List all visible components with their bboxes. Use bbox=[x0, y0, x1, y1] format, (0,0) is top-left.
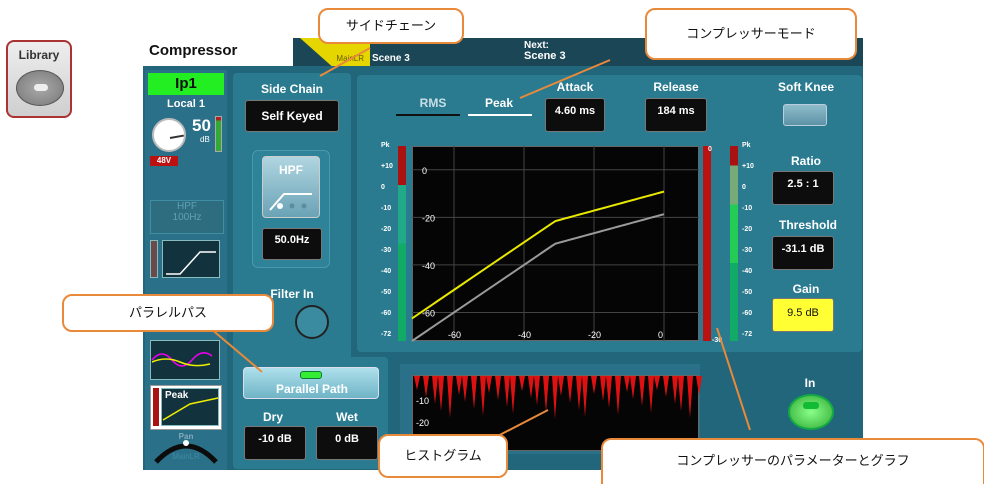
histogram-spike bbox=[423, 376, 429, 397]
histogram-spike bbox=[687, 376, 693, 418]
histogram-spike bbox=[543, 376, 549, 412]
histogram-spike bbox=[606, 376, 612, 408]
y-tick-label: -20 bbox=[422, 213, 435, 223]
pan-arc-icon bbox=[154, 440, 218, 464]
comp-thumb-curve bbox=[162, 397, 219, 421]
histogram-spike bbox=[456, 376, 462, 395]
histogram-spike bbox=[696, 376, 702, 395]
histogram-spike bbox=[576, 376, 582, 410]
histogram-spike bbox=[630, 376, 636, 399]
histogram-spike bbox=[552, 376, 558, 419]
x-tick-label: -40 bbox=[518, 330, 531, 340]
histogram-spike bbox=[495, 376, 501, 400]
callout-parallel: パラレルパス bbox=[62, 294, 274, 332]
x-tick-label: -60 bbox=[448, 330, 461, 340]
histogram-spike bbox=[447, 376, 453, 418]
histogram-spike bbox=[504, 376, 510, 407]
histogram-spike bbox=[471, 376, 477, 409]
histogram-bars: -10 -20 bbox=[414, 376, 702, 428]
histogram-spike bbox=[432, 376, 438, 404]
callout-lines bbox=[209, 47, 751, 441]
y-tick-label: 0 bbox=[422, 166, 427, 176]
histogram-spike bbox=[480, 376, 486, 416]
histogram-spike bbox=[600, 376, 606, 401]
x-tick-label: 0 bbox=[658, 330, 663, 340]
histogram-spike bbox=[654, 376, 660, 390]
histogram-spike bbox=[591, 376, 597, 394]
histogram-spike bbox=[672, 376, 678, 404]
histogram-spike bbox=[558, 376, 564, 396]
peq-curve-icon bbox=[151, 352, 213, 367]
histogram-spike bbox=[534, 376, 540, 405]
x-tick-label: -20 bbox=[588, 330, 601, 340]
histogram-spike bbox=[678, 376, 684, 411]
callout-histogram: ヒストグラム bbox=[378, 434, 508, 478]
histogram-tick: -10 bbox=[416, 396, 429, 406]
histogram-spike bbox=[624, 376, 630, 392]
callout-params: コンプレッサーのパラメーターとグラフ bbox=[601, 438, 984, 484]
histogram-spike bbox=[438, 376, 444, 411]
graphics-overlay: 0-20-40-60-60 -40 -20 0 -10-20 bbox=[151, 47, 751, 464]
histogram-spike bbox=[567, 376, 573, 403]
histogram-spike bbox=[648, 376, 654, 413]
histogram-spike bbox=[519, 376, 525, 391]
callout-sidechain: サイドチェーン bbox=[318, 8, 464, 44]
callout-mode: コンプレッサーモード bbox=[645, 8, 857, 60]
histogram-spike bbox=[615, 376, 621, 415]
y-tick-label: -40 bbox=[422, 261, 435, 271]
histogram-spike bbox=[486, 376, 492, 393]
gate-curve-icon bbox=[166, 251, 216, 275]
hpf-curve-icon bbox=[269, 193, 312, 211]
histogram-spike bbox=[462, 376, 468, 402]
histogram-spike bbox=[414, 376, 420, 390]
histogram-spike bbox=[663, 376, 669, 397]
histogram-spike bbox=[528, 376, 534, 398]
histogram-spike bbox=[639, 376, 645, 406]
histogram-tick: -20 bbox=[416, 418, 429, 428]
histogram-spike bbox=[510, 376, 516, 414]
histogram-spike bbox=[582, 376, 588, 417]
